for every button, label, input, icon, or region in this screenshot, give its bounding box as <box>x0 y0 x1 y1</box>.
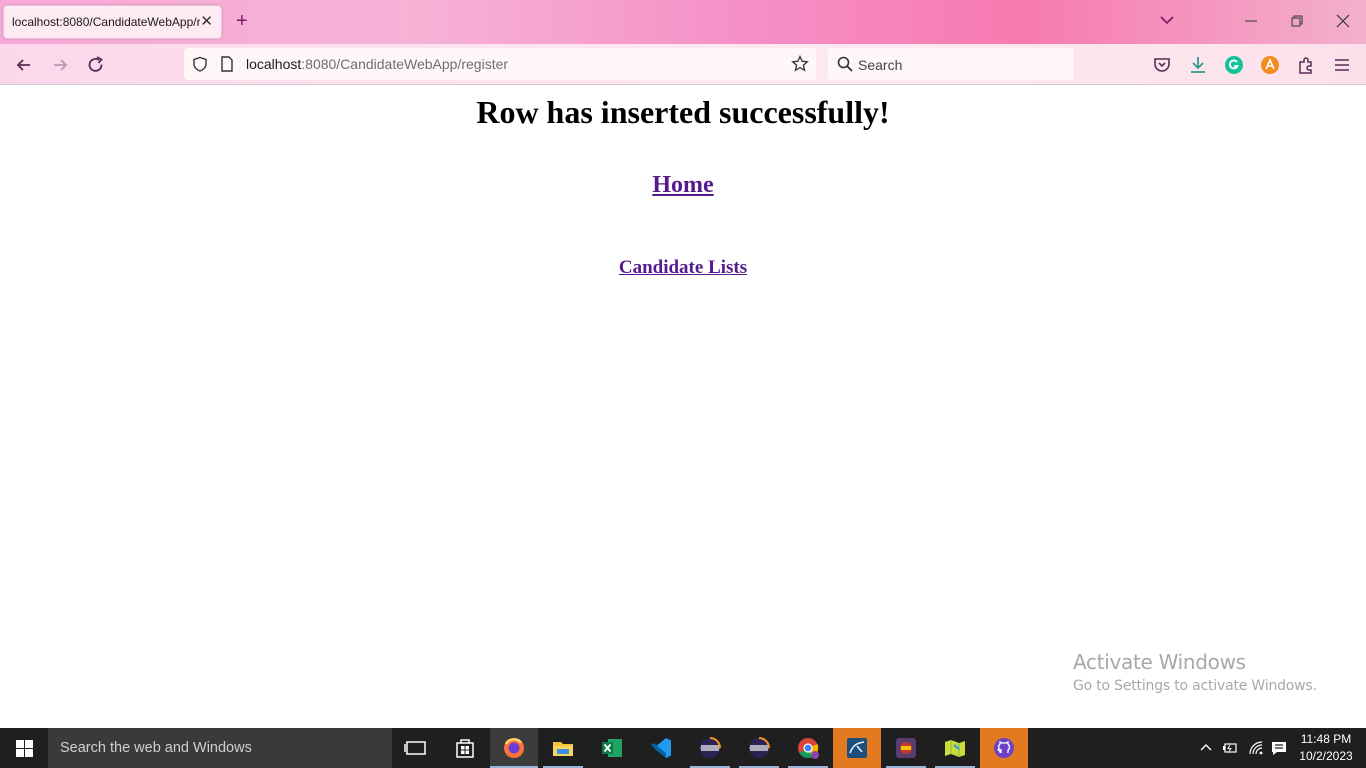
search-icon <box>837 56 853 72</box>
firefox-icon <box>504 738 524 758</box>
minimize-icon[interactable] <box>1242 12 1260 30</box>
system-clock[interactable]: 11:48 PM 10/2/2023 <box>1296 731 1356 765</box>
taskbar-github-desktop[interactable] <box>980 728 1028 768</box>
pocket-icon[interactable] <box>1152 55 1172 75</box>
taskbar-search-placeholder: Search the web and Windows <box>60 740 252 756</box>
avast-extension-icon[interactable] <box>1260 55 1280 75</box>
address-bar[interactable]: localhost:8080/CandidateWebApp/register <box>184 48 816 80</box>
menu-hamburger-icon[interactable] <box>1332 55 1352 75</box>
candidate-lists-link[interactable]: Candidate Lists <box>619 257 747 278</box>
clock-time: 11:48 PM <box>1300 732 1352 746</box>
eclipse-icon <box>700 737 721 758</box>
url-host: localhost <box>246 56 302 72</box>
bookmark-star-icon[interactable] <box>791 55 809 73</box>
taskbar-firefox[interactable] <box>490 728 538 768</box>
vscode-icon <box>651 738 671 758</box>
back-arrow-icon[interactable] <box>14 55 34 75</box>
search-placeholder: Search <box>858 57 903 73</box>
tab-title: localhost:8080/CandidateWebApp/register <box>12 15 200 29</box>
taskbar-excel[interactable] <box>588 728 636 768</box>
search-bar[interactable]: Search <box>828 48 1074 80</box>
shield-icon[interactable] <box>192 56 208 72</box>
reload-icon[interactable] <box>86 55 106 75</box>
eclipse-icon <box>749 737 770 758</box>
taskbar-file-explorer[interactable] <box>539 728 587 768</box>
excel-icon <box>602 739 622 757</box>
activate-windows-title: Activate Windows <box>1073 650 1246 674</box>
taskbar-mysql-workbench[interactable] <box>833 728 881 768</box>
forward-arrow-icon[interactable] <box>50 55 70 75</box>
taskbar-chrome[interactable] <box>784 728 832 768</box>
browser-nav-bar: localhost:8080/CandidateWebApp/register … <box>0 44 1366 85</box>
tab-list-chevron-icon[interactable] <box>1159 12 1175 28</box>
github-desktop-icon <box>994 738 1014 758</box>
url-text[interactable]: localhost:8080/CandidateWebApp/register <box>246 56 508 72</box>
new-tab-icon[interactable]: + <box>236 10 248 32</box>
battery-power-icon[interactable] <box>1222 740 1238 756</box>
task-view-button[interactable] <box>392 728 440 768</box>
page-content: Row has inserted successfully! Home Cand… <box>0 86 1366 728</box>
action-center-icon[interactable] <box>1271 740 1287 756</box>
page-icon[interactable] <box>220 56 234 72</box>
mysql-workbench-icon <box>847 738 867 758</box>
taskbar-search-box[interactable]: Search the web and Windows <box>48 728 392 768</box>
chrome-icon <box>798 738 819 759</box>
taskbar-game[interactable] <box>882 728 930 768</box>
windows-logo-icon <box>16 740 33 757</box>
task-view-icon <box>404 741 426 755</box>
start-button[interactable] <box>0 728 48 768</box>
taskbar-eclipse-2[interactable] <box>735 728 783 768</box>
restore-icon[interactable] <box>1288 12 1306 30</box>
activate-windows-watermark: Activate Windows Go to Settings to activ… <box>1073 650 1317 694</box>
url-path: :8080/CandidateWebApp/register <box>301 56 509 72</box>
wifi-icon[interactable] <box>1248 740 1264 756</box>
close-window-icon[interactable] <box>1334 12 1352 30</box>
windows-taskbar: Search the web and Windows 11:48 PM 10/2… <box>0 728 1366 768</box>
taskbar-vscode[interactable] <box>637 728 685 768</box>
taskbar-maps[interactable] <box>931 728 979 768</box>
taskbar-store[interactable] <box>441 728 489 768</box>
file-explorer-icon <box>553 742 573 756</box>
browser-tab[interactable]: localhost:8080/CandidateWebApp/register … <box>3 5 222 39</box>
download-icon[interactable] <box>1188 55 1208 75</box>
clock-date: 10/2/2023 <box>1299 749 1353 763</box>
activate-windows-subtitle: Go to Settings to activate Windows. <box>1073 678 1317 694</box>
maps-icon <box>945 740 965 757</box>
show-hidden-icons-chevron-icon[interactable] <box>1198 740 1214 756</box>
store-icon <box>456 739 474 758</box>
browser-tab-bar: localhost:8080/CandidateWebApp/register … <box>0 0 1366 44</box>
close-tab-icon[interactable]: ✕ <box>200 14 213 30</box>
game-icon <box>896 738 916 758</box>
extensions-puzzle-icon[interactable] <box>1296 55 1316 75</box>
grammarly-icon[interactable] <box>1224 55 1244 75</box>
page-title: Row has inserted successfully! <box>476 94 890 130</box>
taskbar-eclipse-1[interactable] <box>686 728 734 768</box>
home-link[interactable]: Home <box>652 172 713 198</box>
